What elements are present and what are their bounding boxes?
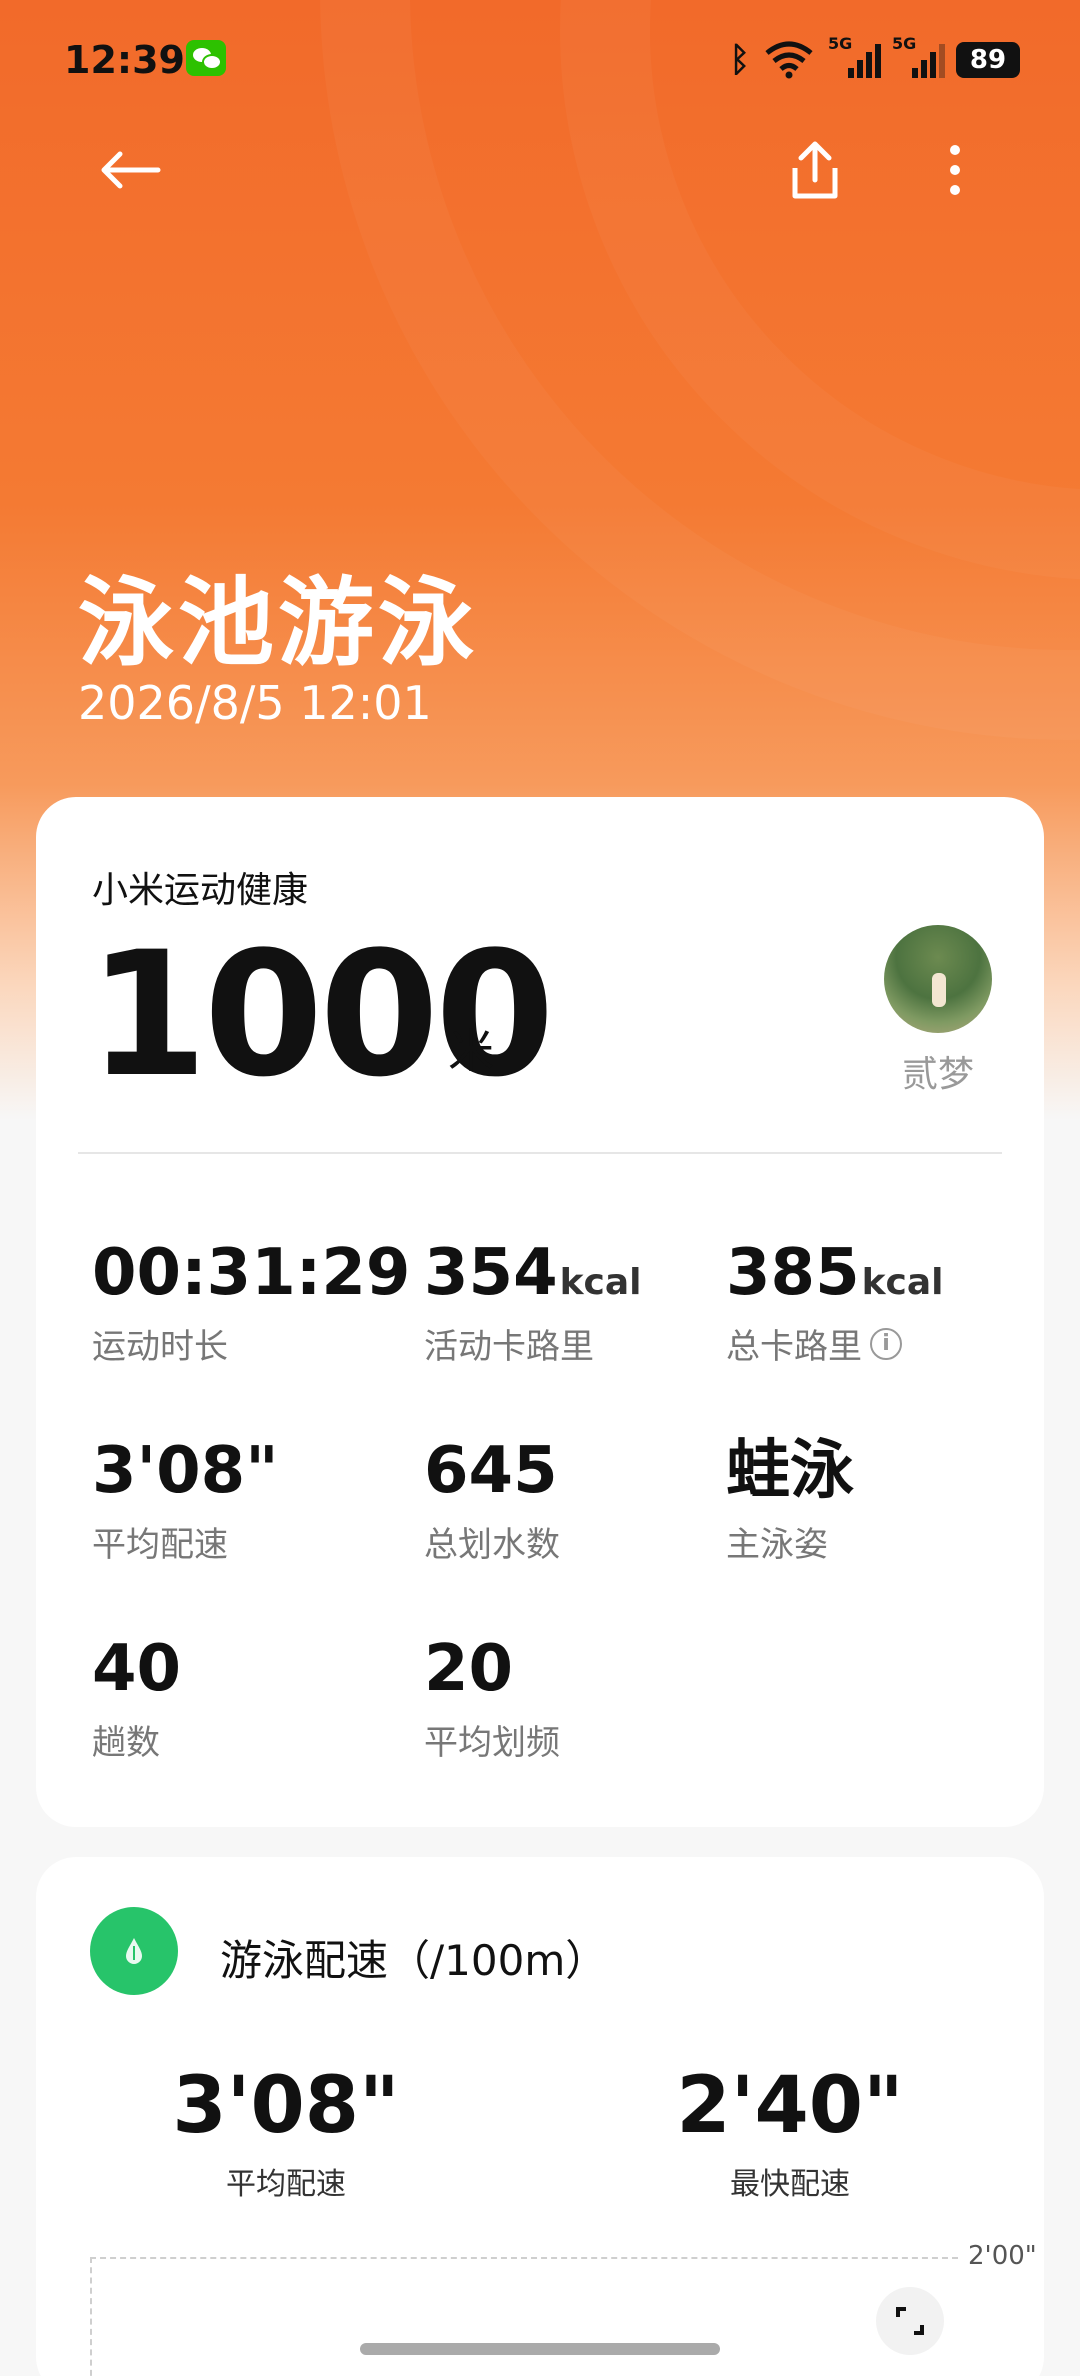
distance-unit: 米 [448, 1024, 494, 1078]
more-vertical-icon [950, 145, 960, 195]
signal-icon: 5G [828, 34, 881, 80]
pace-card[interactable]: 游泳配速（/100m） 3'08" 平均配速 2'40" 最快配速 2'00" [36, 1857, 1044, 2376]
summary-card: 小米运动健康 1000 米 贰梦 00:31:29 运动时长 354kcal 活… [36, 797, 1044, 1827]
bluetooth-icon: ᛒ [729, 40, 750, 80]
pace-avg: 3'08" 平均配速 [172, 2061, 400, 2202]
divider [78, 1152, 1002, 1154]
wifi-icon [765, 41, 813, 79]
wechat-notification-icon [186, 40, 226, 76]
avatar[interactable] [884, 925, 992, 1033]
stat-avg-pace: 3'08" 平均配速 [92, 1434, 279, 1565]
pace-card-title: 游泳配速（/100m） [220, 1936, 608, 1985]
share-icon [792, 141, 838, 199]
status-time: 12:39 [64, 38, 185, 82]
stat-active-calories: 354kcal 活动卡路里 [424, 1236, 642, 1367]
signal-icon: 5G [892, 34, 945, 80]
pace-chart-area [90, 2257, 958, 2376]
pace-fastest: 2'40" 最快配速 [676, 2061, 904, 2202]
stat-stroke-rate: 20 平均划频 [424, 1632, 560, 1763]
stat-total-strokes: 645 总划水数 [424, 1434, 560, 1565]
stat-laps: 40 趟数 [92, 1632, 182, 1763]
stat-main-stroke: 蛙泳 主泳姿 [726, 1434, 854, 1565]
status-icons: ᛒ 5G 5G 89 [729, 34, 1020, 82]
data-source-label: 小米运动健康 [92, 870, 309, 911]
battery-indicator: 89 [956, 42, 1020, 78]
info-icon[interactable]: i [870, 1327, 902, 1360]
expand-button[interactable] [876, 2287, 944, 2355]
more-options-button[interactable] [910, 130, 1000, 210]
status-bar: 12:39 ᛒ 5G 5G 89 [0, 0, 1080, 120]
arrow-left-icon [101, 151, 161, 189]
user-name: 贰梦 [901, 1054, 974, 1095]
stat-duration: 00:31:29 运动时长 [92, 1236, 411, 1367]
fullscreen-icon [896, 2307, 924, 2335]
workout-datetime: 2026/8/5 12:01 [78, 676, 432, 730]
stat-total-calories: 385kcal 总卡路里 i [726, 1236, 944, 1367]
page-title: 泳池游泳 [78, 567, 478, 679]
chart-tick-label: 2'00" [968, 2241, 1037, 2271]
home-indicator[interactable] [360, 2343, 720, 2355]
swim-drop-icon [90, 1907, 178, 1995]
share-button[interactable] [770, 130, 860, 210]
back-button[interactable] [80, 130, 180, 210]
